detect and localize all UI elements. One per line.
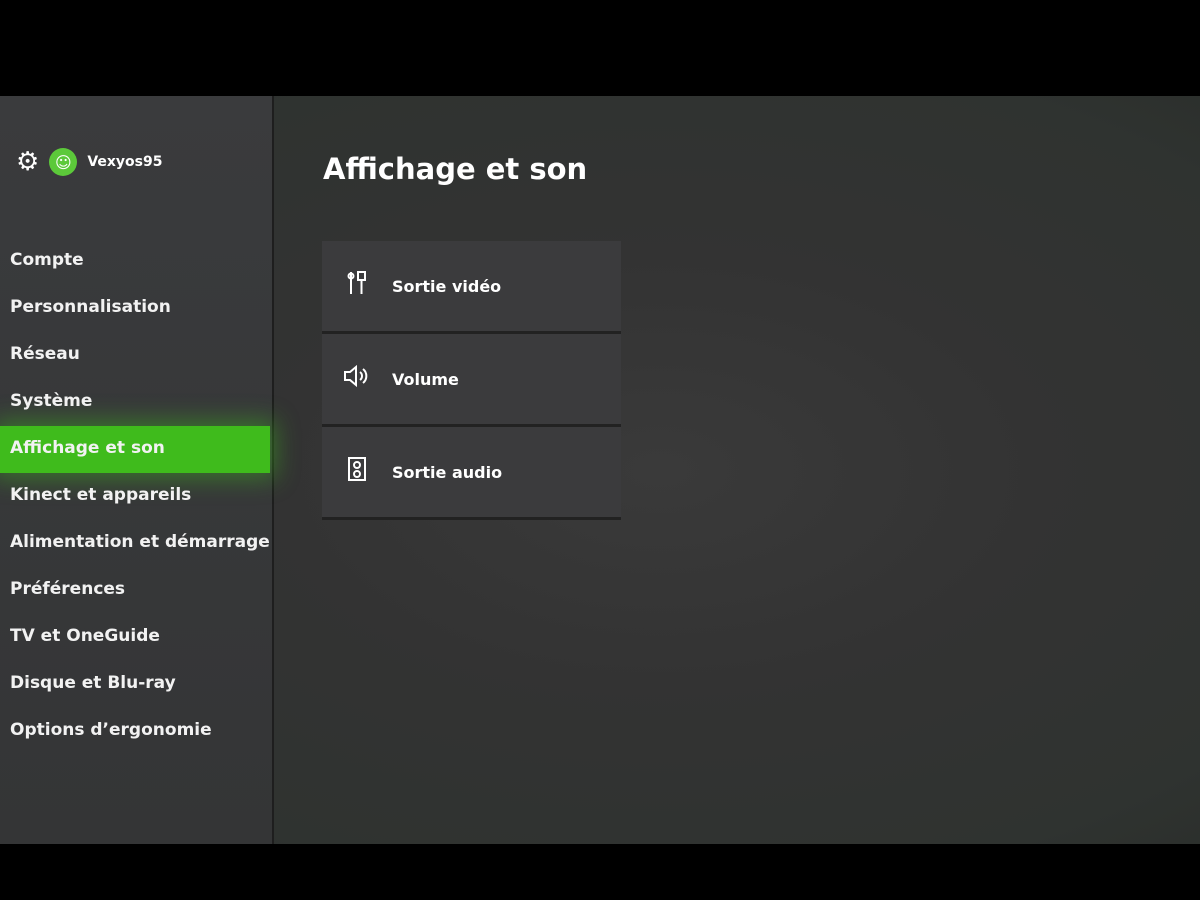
page-title: Affichage et son — [323, 152, 588, 186]
sidebar-item-kinect[interactable]: Kinect et appareils — [0, 473, 272, 520]
sidebar-item-systeme[interactable]: Système — [0, 379, 272, 426]
sidebar-nav: Compte Personnalisation Réseau Système A… — [0, 238, 272, 755]
gamertag[interactable]: Vexyos95 — [87, 154, 162, 170]
profile: ⚙ ☺ Vexyos95 — [16, 148, 162, 176]
speaker-box-icon — [322, 456, 392, 488]
sidebar-item-preferences[interactable]: Préférences — [0, 567, 272, 614]
sidebar-item-disque[interactable]: Disque et Blu-ray — [0, 661, 272, 708]
screen: ⚙ ☺ Vexyos95 Compte Personnalisation Rés… — [0, 96, 1200, 844]
menu-item-sortie-audio[interactable]: Sortie audio — [322, 427, 621, 520]
gear-icon[interactable]: ⚙ — [16, 149, 39, 175]
sidebar-item-affichage-et-son[interactable]: Affichage et son — [0, 426, 270, 473]
menu-item-label: Sortie audio — [392, 462, 503, 482]
sidebar-item-reseau[interactable]: Réseau — [0, 332, 272, 379]
speaker-volume-icon — [322, 364, 392, 394]
sidebar-item-ergonomie[interactable]: Options d’ergonomie — [0, 708, 272, 755]
avatar[interactable]: ☺ — [49, 148, 78, 176]
menu-item-label: Volume — [392, 369, 459, 389]
sidebar-item-personnalisation[interactable]: Personnalisation — [0, 285, 272, 332]
hdmi-cable-icon — [322, 270, 392, 302]
sidebar-item-compte[interactable]: Compte — [0, 238, 272, 285]
sidebar-item-alimentation[interactable]: Alimentation et démarrage — [0, 520, 272, 567]
sidebar-item-tv-oneguide[interactable]: TV et OneGuide — [0, 614, 272, 661]
menu-item-volume[interactable]: Volume — [322, 334, 621, 427]
settings-menu: Sortie vidéo Volume Sortie audio — [322, 241, 621, 520]
menu-item-label: Sortie vidéo — [392, 276, 502, 296]
menu-item-sortie-video[interactable]: Sortie vidéo — [322, 241, 621, 334]
sidebar: ⚙ ☺ Vexyos95 Compte Personnalisation Rés… — [0, 96, 274, 844]
